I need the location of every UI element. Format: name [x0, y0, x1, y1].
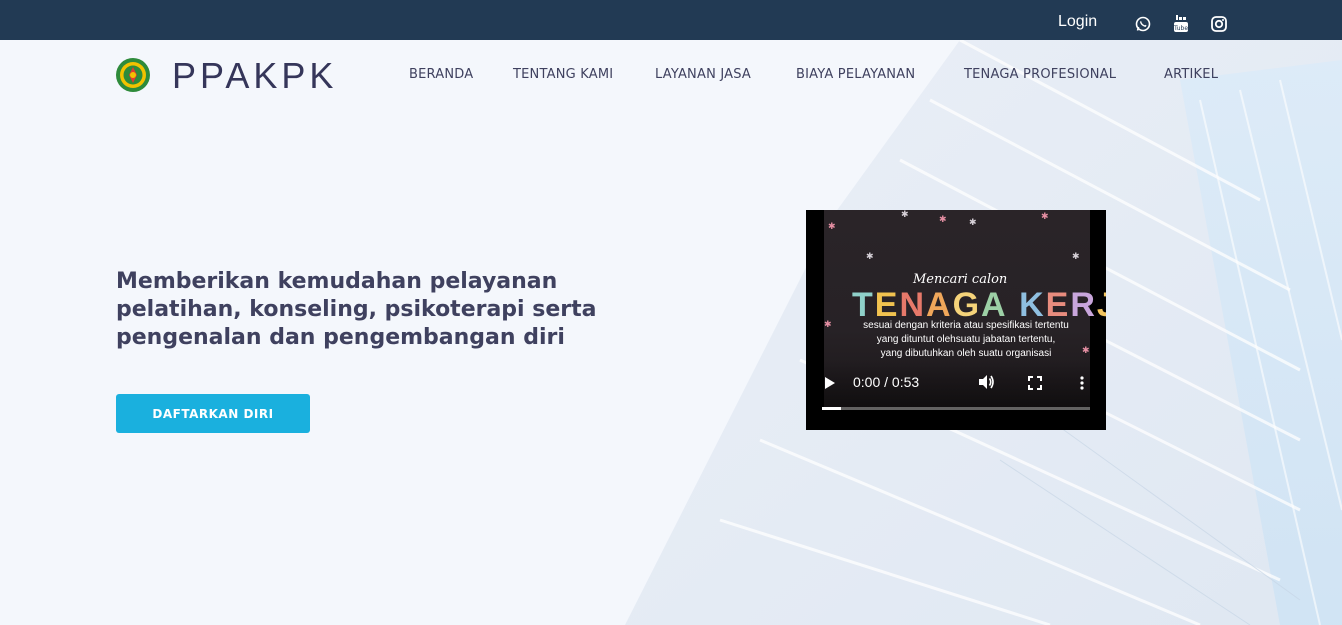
nav-biaya-pelayanan[interactable]: BIAYA PELAYANAN	[796, 67, 915, 82]
video-progress-fill	[822, 407, 842, 410]
nav-artikel[interactable]: ARTIKEL	[1164, 67, 1218, 82]
play-icon[interactable]	[824, 375, 836, 394]
video-script-text: Mencari calon	[913, 272, 1008, 287]
university-emblem-icon[interactable]	[115, 57, 151, 93]
video-title-letter: E	[874, 286, 900, 324]
video-title-letter: K	[1019, 286, 1046, 324]
nav-beranda[interactable]: BERANDA	[409, 67, 473, 82]
nav-tentang-kami[interactable]: TENTANG KAMI	[513, 67, 613, 82]
video-time: 0:00 / 0:53	[853, 374, 920, 390]
star-decoration: ✱	[824, 320, 832, 330]
video-title-letter	[1008, 286, 1019, 324]
video-player[interactable]: ✱ ✱ ✱ ✱ ✱ ✱ ✱ ✱ ✱ Mencari calon TENAGA K…	[806, 210, 1106, 430]
video-title-text: TENAGA KERJA	[852, 286, 1106, 324]
star-decoration: ✱	[1072, 252, 1080, 262]
login-link[interactable]: Login	[1058, 13, 1097, 31]
video-title-letter: A	[981, 286, 1008, 324]
nav-tenaga-profesional[interactable]: TENAGA PROFESIONAL	[964, 67, 1116, 82]
video-controls-shade	[806, 360, 1106, 430]
whatsapp-icon[interactable]	[1134, 15, 1152, 33]
video-title-letter: R	[1070, 286, 1097, 324]
video-title-letter: T	[852, 286, 875, 324]
star-decoration: ✱	[939, 215, 947, 225]
star-decoration: ✱	[828, 222, 836, 232]
star-decoration: ✱	[866, 252, 874, 262]
video-subtitle-line: yang dituntut olehsuatu jabatan tertentu…	[876, 334, 1056, 345]
video-progress-bar[interactable]	[822, 407, 1090, 410]
youtube-icon[interactable]: Tube	[1172, 15, 1190, 33]
instagram-icon[interactable]	[1210, 15, 1228, 33]
nav-layanan-jasa[interactable]: LAYANAN JASA	[655, 67, 751, 82]
star-decoration: ✱	[969, 218, 977, 228]
video-title-letter: A	[926, 286, 953, 324]
more-options-icon[interactable]	[1080, 375, 1084, 394]
register-button[interactable]: DAFTARKAN DIRI	[116, 394, 310, 433]
star-decoration: ✱	[1041, 212, 1049, 222]
volume-icon[interactable]	[977, 373, 995, 395]
video-subtitle-line: yang dibutuhkan oleh suatu organisasi	[880, 348, 1052, 359]
video-title-letter: E	[1045, 286, 1071, 324]
video-title-letter: G	[952, 286, 982, 324]
video-title-letter: J	[1097, 286, 1106, 324]
video-subtitle-line: sesuai dengan kriteria atau spesifikasi …	[863, 320, 1069, 331]
svg-text:Tube: Tube	[1173, 25, 1188, 32]
brand-name[interactable]: PPAKPK	[172, 55, 337, 97]
fullscreen-icon[interactable]	[1028, 375, 1042, 394]
star-decoration: ✱	[901, 210, 909, 220]
hero-headline: Memberikan kemudahan pelayanan pelatihan…	[116, 269, 597, 350]
video-title-letter: N	[899, 286, 927, 324]
